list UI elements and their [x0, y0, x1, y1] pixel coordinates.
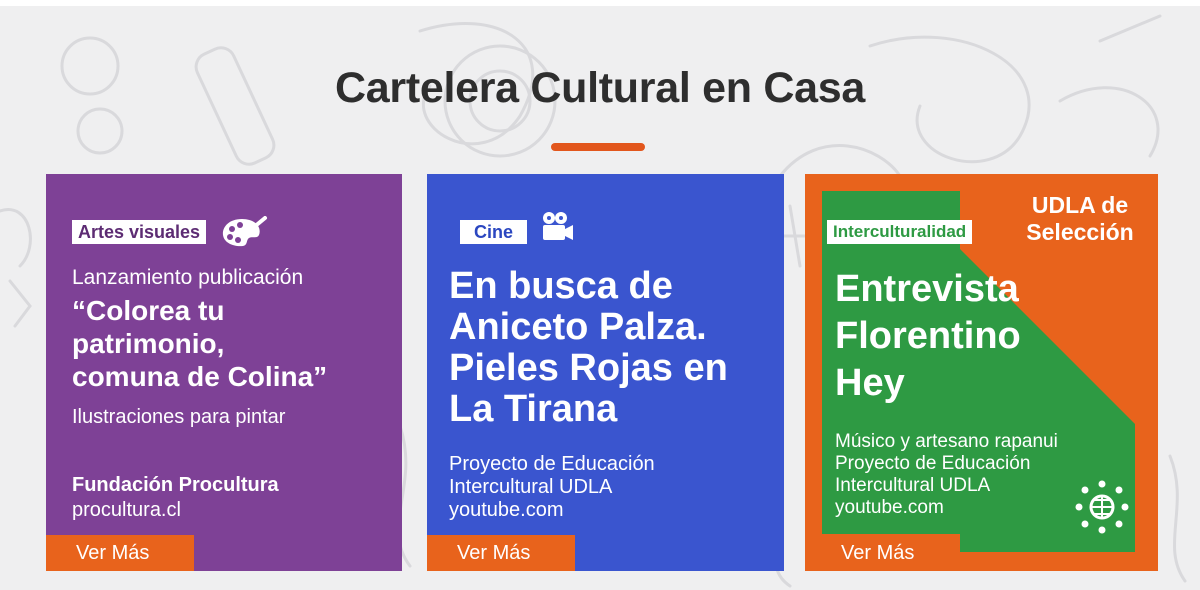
ver-mas-button[interactable]: Ver Más — [811, 535, 961, 571]
info-line: Proyecto de Educación — [449, 453, 655, 475]
info-line: Intercultural UDLA — [835, 475, 991, 496]
info-line: youtube.com — [835, 497, 944, 518]
card-headline: En busca de Aniceto Palza. Pieles Rojas … — [449, 266, 779, 430]
headline-line: Florentino — [835, 315, 1021, 357]
badge-line: Selección — [1026, 219, 1134, 245]
info-line: Músico y artesano rapanui — [835, 431, 1058, 452]
info-line: Proyecto de Educación — [835, 453, 1031, 474]
badge-line: UDLA de — [1031, 192, 1129, 218]
category-tag: Cine — [460, 220, 528, 244]
info-line: Intercultural UDLA — [449, 476, 613, 498]
ver-mas-button[interactable]: Ver Más — [427, 535, 575, 571]
category-tag: Interculturalidad — [827, 220, 973, 244]
card-headline: Entrevista Florentino Hey — [835, 266, 1135, 407]
palette-icon — [222, 216, 267, 247]
headline-line: Pieles Rojas en — [449, 347, 728, 389]
headline-line: Aniceto Palza. — [449, 306, 707, 348]
card-info: Músico y artesano rapanui Proyecto de Ed… — [835, 431, 1058, 519]
globe-network-icon — [1075, 480, 1129, 534]
page-title: Cartelera Cultural en Casa — [335, 64, 865, 112]
headline-line: La Tirana — [449, 388, 618, 430]
headline-line: patrimonio, — [72, 328, 225, 359]
card-website: procultura.cl — [72, 499, 181, 521]
movie-camera-icon — [543, 212, 573, 240]
event-card-artes-visuales[interactable]: Artes visuales Lanzamiento publicación “… — [46, 174, 402, 571]
card-subtitle: Ilustraciones para pintar — [72, 406, 286, 428]
category-tag: Artes visuales — [72, 220, 207, 244]
card-info: Proyecto de Educación Intercultural UDLA… — [449, 453, 655, 522]
udla-seleccion-badge: UDLA de Selección — [1005, 192, 1155, 246]
headline-line: En busca de — [449, 265, 673, 307]
event-card-interculturalidad[interactable]: Interculturalidad UDLA de Selección Entr… — [805, 174, 1158, 571]
title-underline — [551, 143, 645, 151]
headline-line: Entrevista — [835, 268, 1019, 310]
card-lead: Lanzamiento publicación — [72, 266, 304, 289]
event-card-cine[interactable]: Cine En busca de Aniceto Palza. Pieles R… — [427, 174, 784, 571]
info-line: youtube.com — [449, 499, 564, 521]
ver-mas-button[interactable]: Ver Más — [46, 535, 194, 571]
headline-line: comuna de Colina” — [72, 361, 328, 392]
card-organization: Fundación Procultura — [72, 474, 279, 496]
headline-line: Hey — [835, 362, 905, 404]
card-headline: “Colorea tu patrimonio, comuna de Colina… — [72, 294, 392, 393]
headline-line: “Colorea tu — [72, 295, 225, 326]
